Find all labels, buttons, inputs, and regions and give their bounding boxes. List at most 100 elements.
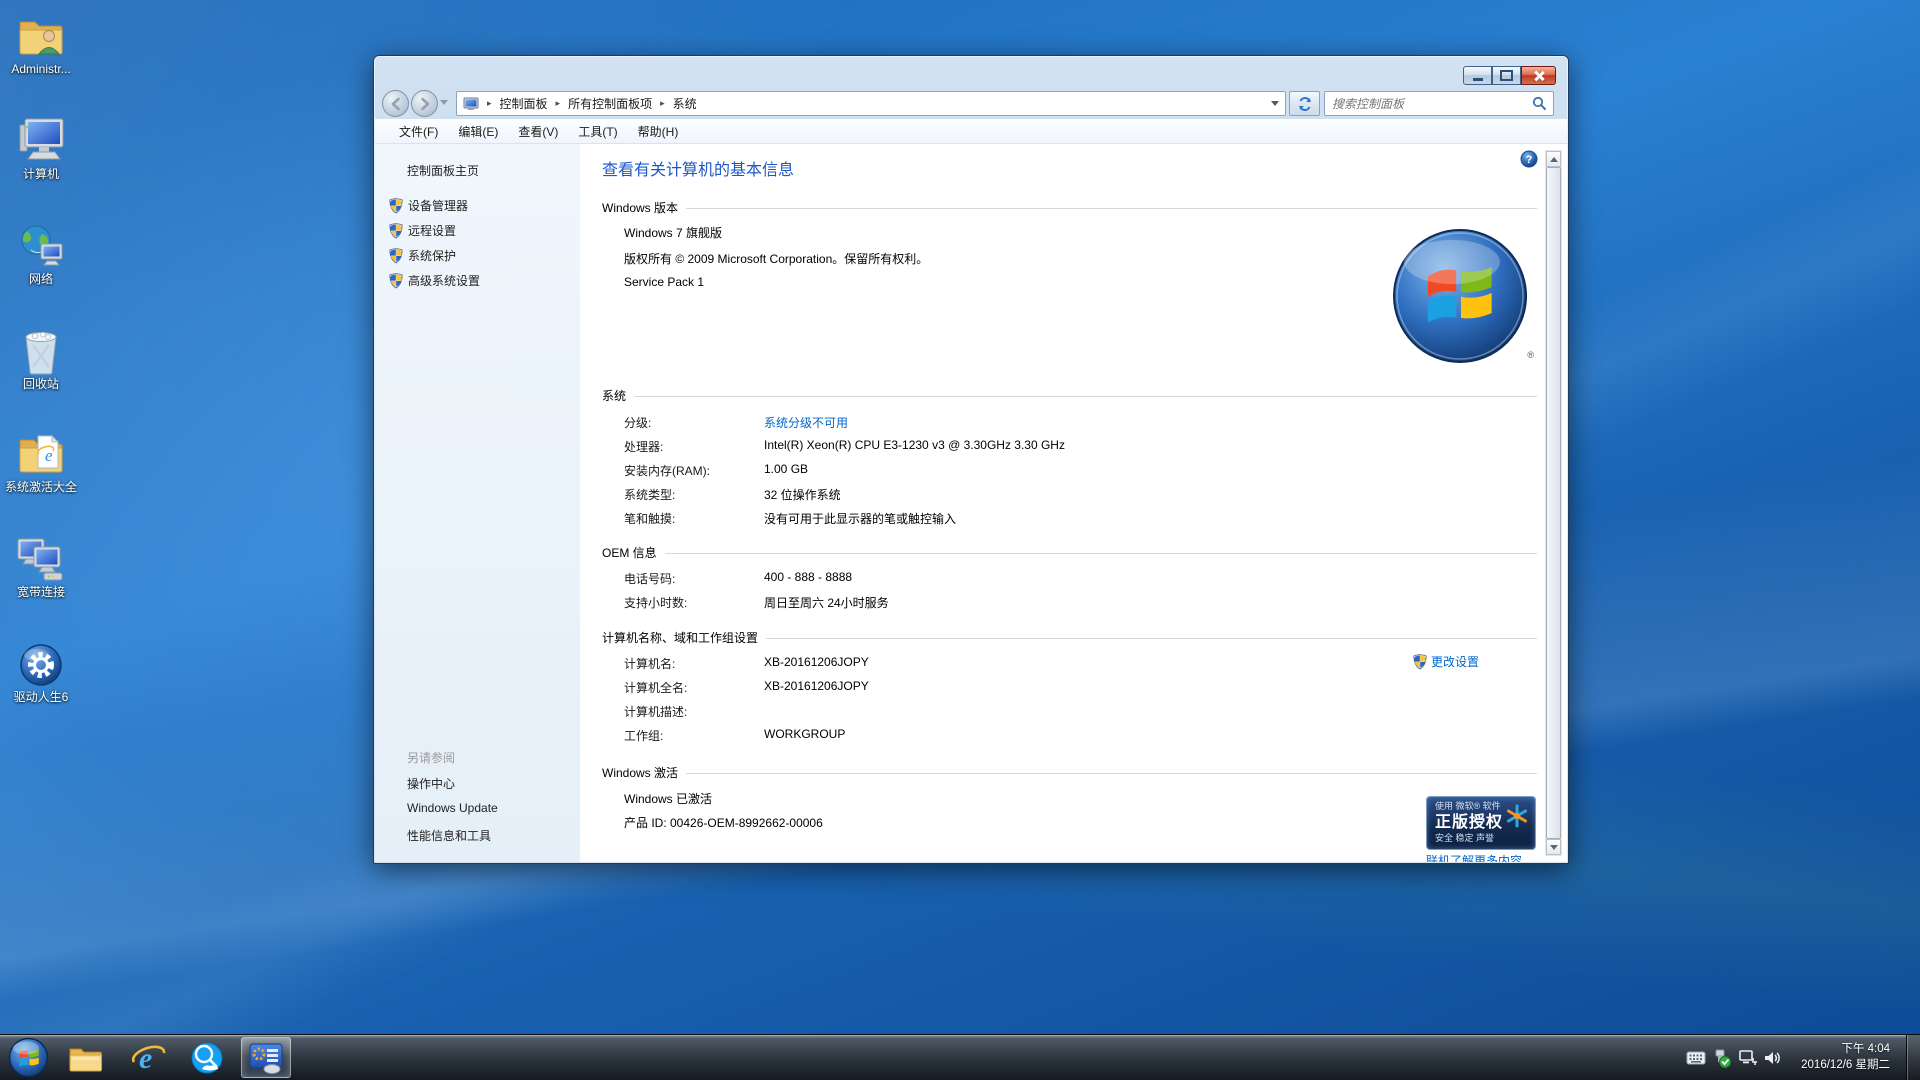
main-content: ? 查看有关计算机的基本信息 Windows 版本 Windows 7 旗舰版 … bbox=[580, 144, 1541, 862]
row-value: WORKGROUP bbox=[764, 727, 845, 744]
genuine-star-icon bbox=[1504, 803, 1530, 829]
badge-line3: 安全 稳定 声誉 bbox=[1435, 834, 1527, 844]
sidebar-item-advanced-system-settings[interactable]: 高级系统设置 bbox=[389, 272, 480, 289]
minimize-icon bbox=[1473, 78, 1483, 81]
desktop-icon-computer[interactable]: 计算机 bbox=[2, 113, 80, 181]
maximize-icon bbox=[1500, 70, 1513, 81]
taskbar-explorer-button[interactable] bbox=[62, 1035, 108, 1080]
vertical-scrollbar[interactable] bbox=[1545, 150, 1562, 856]
desktop-icon-label: 宽带连接 bbox=[2, 586, 80, 599]
scroll-up-button[interactable] bbox=[1546, 151, 1561, 167]
navigation-bar: ▸ 控制面板 ▸ 所有控制面板项 ▸ 系统 bbox=[374, 88, 1568, 119]
show-desktop-button[interactable] bbox=[1906, 1035, 1920, 1080]
recent-pages-dropdown-icon[interactable] bbox=[440, 100, 448, 105]
desktop-icon-recycle-bin[interactable]: 回收站 bbox=[2, 323, 80, 391]
system-properties-window: ▸ 控制面板 ▸ 所有控制面板项 ▸ 系统 bbox=[373, 55, 1569, 864]
clock-time: 下午 4:04 bbox=[1801, 1041, 1890, 1057]
input-method-keyboard-icon[interactable] bbox=[1684, 1035, 1708, 1080]
search-icon[interactable] bbox=[1532, 96, 1547, 111]
maximize-button[interactable] bbox=[1492, 66, 1521, 85]
breadcrumb-separator: ▸ bbox=[652, 98, 673, 109]
menu-tools[interactable]: 工具(T) bbox=[568, 120, 627, 143]
volume-icon[interactable] bbox=[1760, 1035, 1784, 1080]
desktop-icon-label: 计算机 bbox=[2, 168, 80, 181]
chevron-down-icon[interactable] bbox=[1271, 101, 1279, 106]
sidebar-item-label: 高级系统设置 bbox=[408, 272, 480, 289]
network-status-icon[interactable] bbox=[1736, 1035, 1760, 1080]
menu-edit[interactable]: 编辑(E) bbox=[448, 120, 508, 143]
scrollbar-thumb[interactable] bbox=[1546, 167, 1561, 839]
close-button[interactable] bbox=[1521, 66, 1556, 85]
section-header: Windows 版本 bbox=[602, 199, 678, 216]
desktop-icon-administrator[interactable]: Administr... bbox=[2, 8, 80, 76]
desktop-icon-system-activation[interactable]: e 系统激活大全 bbox=[2, 426, 80, 494]
menu-bar: 文件(F) 编辑(E) 查看(V) 工具(T) 帮助(H) bbox=[375, 119, 1567, 144]
product-id: 产品 ID: 00426-OEM-8992662-00006 bbox=[624, 814, 823, 831]
desktop-icon-broadband[interactable]: 宽带连接 bbox=[2, 531, 80, 599]
sidebar: 控制面板主页 设备管理器 远程设置 系统保护 高级系统设置 另请参阅 bbox=[375, 144, 580, 862]
breadcrumb-system[interactable]: 系统 bbox=[673, 95, 697, 112]
folder-ie-document-icon: e bbox=[2, 426, 80, 478]
sidebar-item-remote-settings[interactable]: 远程设置 bbox=[389, 222, 456, 239]
help-button[interactable]: ? bbox=[1520, 150, 1538, 168]
row-value: 周日至周六 24小时服务 bbox=[764, 594, 889, 611]
usb-device-icon[interactable] bbox=[1710, 1035, 1734, 1080]
desktop-icon-driver-life[interactable]: 驱动人生6 bbox=[2, 636, 80, 704]
system-row: 处理器: Intel(R) Xeon(R) CPU E3-1230 v3 @ 3… bbox=[624, 438, 1531, 455]
row-value: 32 位操作系统 bbox=[764, 486, 841, 503]
breadcrumb-control-panel[interactable]: 控制面板 bbox=[500, 95, 548, 112]
row-value: Intel(R) Xeon(R) CPU E3-1230 v3 @ 3.30GH… bbox=[764, 438, 1065, 455]
menu-file[interactable]: 文件(F) bbox=[389, 120, 448, 143]
desktop: Administr... 计算机 bbox=[0, 0, 1920, 1080]
menu-help[interactable]: 帮助(H) bbox=[628, 120, 689, 143]
sidebar-item-control-panel-home[interactable]: 控制面板主页 bbox=[407, 162, 479, 179]
desktop-icon-label: 回收站 bbox=[2, 378, 80, 391]
change-settings-label: 更改设置 bbox=[1431, 653, 1479, 670]
change-settings-link[interactable]: 更改设置 bbox=[1413, 653, 1479, 670]
breadcrumb-separator: ▸ bbox=[548, 98, 569, 109]
taskbar-internet-explorer-button[interactable]: e bbox=[126, 1035, 172, 1080]
search-input[interactable] bbox=[1325, 97, 1532, 111]
sidebar-item-performance-tools[interactable]: 性能信息和工具 bbox=[407, 827, 491, 844]
sidebar-item-device-manager[interactable]: 设备管理器 bbox=[389, 197, 468, 214]
section-header: 系统 bbox=[602, 387, 626, 404]
svg-text:e: e bbox=[45, 446, 53, 465]
arrow-right-icon bbox=[418, 97, 432, 111]
section-computer-name: 计算机名称、域和工作组设置 bbox=[602, 629, 1537, 646]
windows-logo: ® bbox=[1390, 226, 1530, 366]
refresh-icon bbox=[1297, 96, 1313, 112]
uac-shield-icon bbox=[389, 198, 403, 214]
rating-unavailable-link[interactable]: 系统分级不可用 bbox=[764, 414, 848, 431]
sidebar-item-action-center[interactable]: 操作中心 bbox=[407, 775, 455, 792]
sidebar-item-system-protection[interactable]: 系统保护 bbox=[389, 247, 456, 264]
taskbar-qq-browser-button[interactable] bbox=[184, 1035, 230, 1080]
see-also-header: 另请参阅 bbox=[407, 749, 455, 766]
address-bar[interactable]: ▸ 控制面板 ▸ 所有控制面板项 ▸ 系统 bbox=[456, 91, 1286, 116]
clock-date: 2016/12/6 星期二 bbox=[1801, 1057, 1890, 1073]
minimize-button[interactable] bbox=[1463, 66, 1492, 85]
sidebar-item-label: 系统保护 bbox=[408, 247, 456, 264]
section-header: 计算机名称、域和工作组设置 bbox=[602, 629, 758, 646]
control-panel-icon bbox=[248, 1042, 284, 1074]
refresh-button[interactable] bbox=[1289, 91, 1320, 116]
row-label: 处理器: bbox=[624, 438, 764, 455]
taskbar-control-panel-button-active[interactable] bbox=[241, 1037, 291, 1078]
start-button[interactable] bbox=[8, 1037, 49, 1078]
sidebar-item-windows-update[interactable]: Windows Update bbox=[407, 801, 498, 815]
desktop-icon-label: Administr... bbox=[2, 63, 80, 76]
row-label: 笔和触摸: bbox=[624, 510, 764, 527]
scroll-down-button[interactable] bbox=[1546, 839, 1561, 855]
forward-button[interactable] bbox=[411, 90, 438, 117]
activation-status: Windows 已激活 bbox=[624, 790, 712, 807]
learn-more-online-link[interactable]: 联机了解更多内容 bbox=[1426, 854, 1522, 862]
genuine-software-badge[interactable]: 使用 微软® 软件 正版授权 安全 稳定 声誉 bbox=[1426, 796, 1536, 850]
computer-name-row: 计算机全名: XB-20161206JOPY bbox=[624, 679, 1531, 696]
menu-view[interactable]: 查看(V) bbox=[508, 120, 568, 143]
taskbar-clock[interactable]: 下午 4:04 2016/12/6 星期二 bbox=[1801, 1041, 1890, 1073]
back-button[interactable] bbox=[382, 90, 409, 117]
breadcrumb-all-items[interactable]: 所有控制面板项 bbox=[568, 95, 652, 112]
desktop-icon-network[interactable]: 网络 bbox=[2, 218, 80, 286]
search-box bbox=[1324, 91, 1554, 116]
copyright-line: 版权所有 © 2009 Microsoft Corporation。保留所有权利… bbox=[624, 250, 928, 267]
section-header: OEM 信息 bbox=[602, 544, 657, 561]
